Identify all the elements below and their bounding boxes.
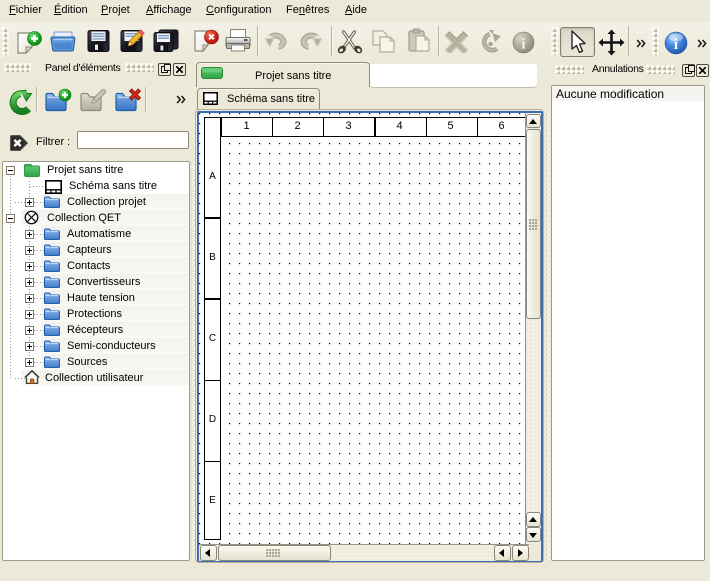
- svg-text:i: i: [674, 37, 678, 53]
- svg-text:i: i: [521, 37, 525, 53]
